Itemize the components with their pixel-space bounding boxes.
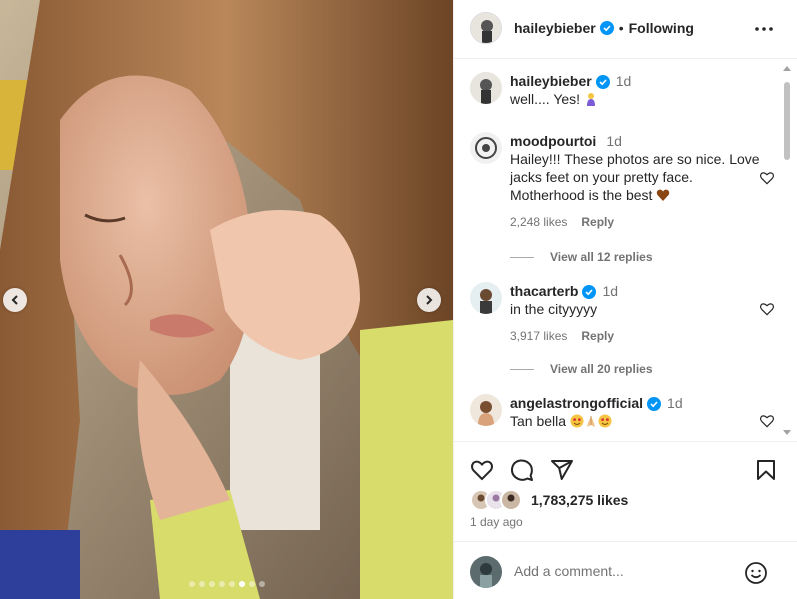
avatar-image — [470, 556, 502, 588]
comment-avatar[interactable] — [470, 282, 502, 314]
chevron-left-icon — [11, 295, 18, 305]
comments-list[interactable]: haileybieber 1d well.... Yes! moodpourtoi… — [454, 60, 797, 440]
header-user-line: haileybieber • Following — [514, 20, 694, 36]
comment-body: thacarterb 1d in the cityyyyy 3,917 likes… — [510, 282, 760, 345]
comment-meta: 3,917 likes Reply — [510, 327, 760, 345]
heart-icon[interactable] — [759, 413, 775, 429]
comment-avatar[interactable] — [470, 132, 502, 164]
view-replies-label: View all 12 replies — [550, 250, 653, 264]
post-side-panel: haileybieber • Following haileybieber 1d — [453, 0, 797, 599]
scroll-up-arrow[interactable] — [783, 66, 791, 71]
comment-input[interactable] — [514, 561, 734, 581]
person-emoji-icon — [586, 93, 595, 106]
reply-button[interactable]: Reply — [581, 215, 614, 229]
next-slide-button[interactable] — [417, 288, 441, 312]
comment-username[interactable]: angelastrongofficial — [510, 395, 643, 411]
carousel-dot — [228, 581, 235, 587]
reply-button[interactable]: Reply — [581, 329, 614, 343]
more-icon[interactable] — [754, 20, 774, 38]
comment-composer — [454, 541, 797, 599]
avatar-image — [470, 394, 502, 426]
comment-meta: 2,248 likes Reply — [510, 213, 760, 231]
previous-slide-button[interactable] — [3, 288, 27, 312]
likes-count[interactable]: 1,783,275 likes — [531, 492, 628, 508]
carousel-dot — [218, 581, 225, 587]
comments-scrollbar[interactable] — [782, 64, 792, 438]
verified-icon — [599, 21, 614, 35]
bookmark-icon[interactable] — [754, 458, 778, 482]
scroll-down-arrow[interactable] — [783, 430, 791, 435]
comment-icon[interactable] — [510, 458, 534, 482]
comment-time[interactable]: 1d — [667, 395, 683, 411]
comment-body: moodpourtoi 1d Hailey!!! These photos are… — [510, 132, 760, 231]
header-separator: • — [618, 20, 624, 36]
comment-likes[interactable]: 2,248 likes — [510, 215, 567, 229]
comment-avatar[interactable] — [470, 394, 502, 426]
view-replies-button[interactable]: View all 20 replies — [510, 362, 653, 376]
heart-icon[interactable] — [759, 170, 775, 186]
replies-divider — [510, 368, 534, 370]
folded-hands-emoji-icon — [586, 416, 595, 427]
star-eyes-emoji-icon — [598, 414, 612, 428]
likes-row: 1,783,275 likes — [470, 489, 628, 511]
carousel-dot — [258, 581, 265, 587]
view-replies-label: View all 20 replies — [550, 362, 653, 376]
liker-avatar — [500, 489, 522, 511]
share-icon[interactable] — [550, 458, 574, 482]
heart-icon[interactable] — [759, 301, 775, 317]
post-actions: 1,783,275 likes 1 day ago — [454, 441, 797, 529]
comment-likes[interactable]: 3,917 likes — [510, 329, 567, 343]
avatar-image — [470, 282, 502, 314]
carousel-dot — [198, 581, 205, 587]
author-avatar[interactable] — [470, 12, 502, 44]
carousel-dot — [238, 581, 245, 587]
carousel-indicator — [0, 581, 453, 587]
carousel-dot — [248, 581, 255, 587]
carousel-dot — [208, 581, 215, 587]
heart-icon[interactable] — [470, 458, 494, 482]
avatar-image — [470, 132, 502, 164]
avatar-image — [470, 72, 502, 104]
view-replies-button[interactable]: View all 12 replies — [510, 250, 653, 264]
avatar-image — [502, 491, 520, 509]
comment-time[interactable]: 1d — [606, 133, 622, 149]
comment-text: in the cityyyyy — [510, 301, 598, 317]
brown-heart-emoji-icon — [657, 189, 670, 201]
verified-icon — [647, 397, 662, 412]
caption-username[interactable]: haileybieber — [510, 73, 592, 89]
verified-icon — [582, 285, 597, 300]
comment-username[interactable]: thacarterb — [510, 283, 578, 299]
author-username[interactable]: haileybieber — [514, 20, 596, 36]
comment-body: angelastrongofficial 1d Tan bella — [510, 394, 760, 430]
post-date[interactable]: 1 day ago — [470, 515, 523, 529]
instagram-post-modal: haileybieber • Following haileybieber 1d — [0, 0, 797, 599]
chevron-right-icon — [426, 295, 433, 305]
comment-time[interactable]: 1d — [602, 283, 618, 299]
caption-body: haileybieber 1d well.... Yes! — [510, 72, 760, 108]
comment-text: Tan bella — [510, 413, 570, 429]
caption-avatar[interactable] — [470, 72, 502, 104]
post-photo[interactable] — [0, 0, 453, 599]
caption-time[interactable]: 1d — [616, 73, 632, 89]
carousel-dot — [188, 581, 195, 587]
post-header: haileybieber • Following — [454, 0, 797, 59]
scroll-thumb[interactable] — [784, 82, 790, 160]
photo-image — [0, 0, 453, 599]
emoji-icon[interactable] — [744, 561, 768, 585]
avatar-image — [471, 13, 501, 43]
caption-text: well.... Yes! — [510, 91, 584, 107]
comment-text: Hailey!!! These photos are so nice. Love… — [510, 151, 760, 203]
following-button[interactable]: Following — [629, 20, 694, 36]
comment-username[interactable]: moodpourtoi — [510, 133, 596, 149]
star-eyes-emoji-icon — [570, 414, 584, 428]
replies-divider — [510, 256, 534, 258]
viewer-avatar — [470, 556, 502, 588]
verified-icon — [595, 75, 610, 90]
